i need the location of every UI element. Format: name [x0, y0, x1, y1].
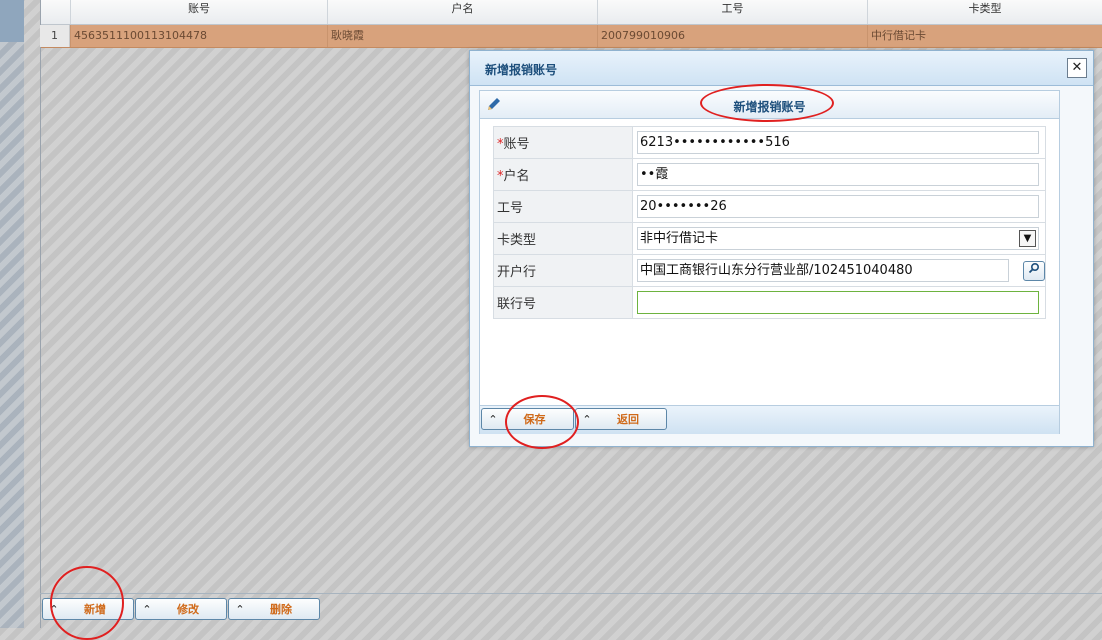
dialog-title: 新增报销账号 [485, 63, 558, 77]
chevron-up-icon: ⌃ [142, 602, 152, 616]
bank-input[interactable]: 中国工商银行山东分行营业部/102451040480 [637, 259, 1009, 282]
row-number: 1 [40, 25, 70, 47]
cell-card-type: 中行借记卡 [871, 29, 926, 42]
column-header-name[interactable]: 户名 [328, 0, 598, 24]
employee-id-label: 工号 [493, 190, 633, 223]
dialog-titlebar[interactable]: 新增报销账号 ✕ [470, 51, 1093, 86]
card-type-select[interactable]: 非中行借记卡 ▼ [637, 227, 1039, 250]
bank-number-label: 联行号 [493, 286, 633, 319]
delete-button[interactable]: ⌃ 删除 [228, 598, 320, 620]
left-panel-tab[interactable] [0, 0, 24, 42]
card-type-label: 卡类型 [493, 222, 633, 255]
grid-toolbar: ⌃ 新增 ⌃ 修改 ⌃ 删除 [40, 593, 1102, 629]
chevron-up-icon: ⌃ [582, 412, 592, 426]
left-collapsed-panel [0, 0, 24, 628]
column-header-account[interactable]: 账号 [71, 0, 328, 24]
name-input[interactable]: ••霞 [637, 163, 1039, 186]
annotation-circle-add [50, 566, 124, 640]
account-input[interactable]: 6213••••••••••••516 [637, 131, 1039, 154]
edit-button[interactable]: ⌃ 修改 [135, 598, 227, 620]
column-header-employee-id[interactable]: 工号 [598, 0, 868, 24]
form-panel: 新增报销账号 *账号 6213••••••••••••516 *户名 ••霞 工… [479, 90, 1060, 434]
annotation-circle-save [505, 395, 579, 449]
cell-account: 4563511100113104478 [71, 25, 328, 47]
chevron-up-icon: ⌃ [488, 412, 498, 426]
search-icon[interactable] [1023, 260, 1045, 281]
table-row[interactable]: 4563511100113104478 耿晓霞 200799010906 中行借… [41, 25, 1102, 48]
column-header-card-type[interactable]: 卡类型 [868, 0, 1102, 24]
grid-header: 账号 户名 工号 卡类型 [41, 0, 1102, 25]
account-label: *账号 [493, 126, 633, 159]
cell-employee-id: 200799010906 [598, 25, 868, 47]
chevron-down-icon[interactable]: ▼ [1019, 230, 1036, 247]
close-icon[interactable]: ✕ [1067, 58, 1087, 78]
chevron-up-icon: ⌃ [235, 602, 245, 616]
cell-name: 耿晓霞 [328, 25, 598, 47]
back-button[interactable]: ⌃ 返回 [575, 408, 667, 430]
row-number-header [41, 0, 71, 24]
bank-label: 开户行 [493, 254, 633, 287]
employee-id-input[interactable]: 20•••••••26 [637, 195, 1039, 218]
name-label: *户名 [493, 158, 633, 191]
annotation-circle-title [700, 84, 834, 122]
account-form: *账号 6213••••••••••••516 *户名 ••霞 工号 20•••… [493, 126, 1046, 319]
bank-number-input[interactable] [637, 291, 1039, 314]
